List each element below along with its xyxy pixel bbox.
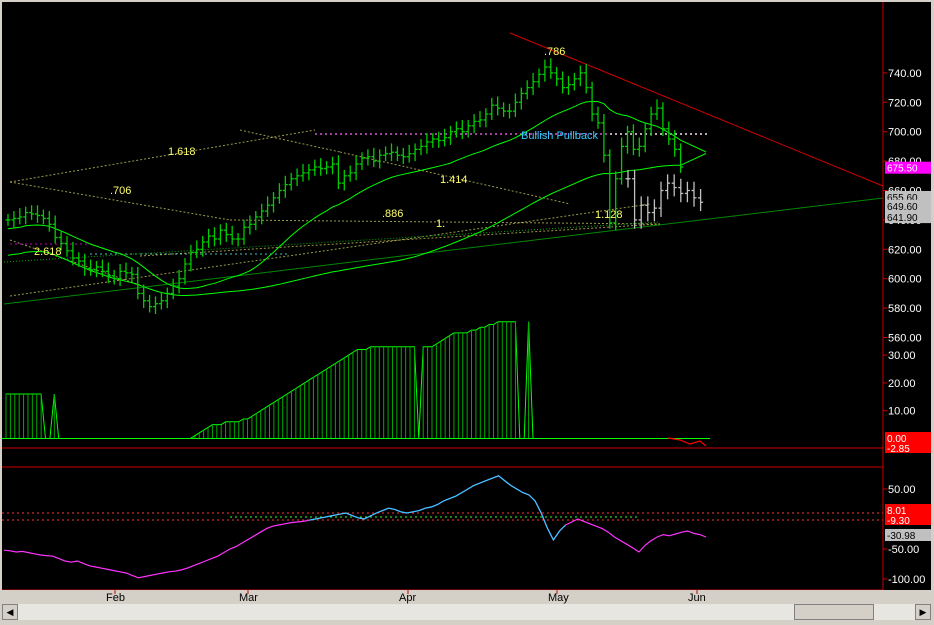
month-label: Mar: [239, 592, 258, 604]
price-tick-label: 580.00: [888, 303, 922, 315]
fib-label: 2.618: [34, 246, 62, 258]
scroll-right-arrow-icon[interactable]: ▶: [915, 604, 931, 620]
scroll-left-arrow-icon[interactable]: ◀: [2, 604, 18, 620]
plot-background: [2, 2, 931, 602]
price-tag: 675.50: [885, 161, 931, 175]
price-tick-label: 740.00: [888, 68, 922, 80]
osc-tick-label: 30.00: [888, 350, 916, 362]
mom-tick-label: -100.00: [888, 574, 925, 586]
mom-current-value: -30.98: [887, 531, 916, 542]
month-label: Jun: [688, 592, 706, 604]
price-tag-value: 675.50: [887, 164, 918, 175]
price-tag-value: 641.90: [887, 213, 918, 224]
bullish-pullback-label: Bullish Pullback: [521, 130, 599, 142]
fib-label: .706: [110, 185, 131, 197]
price-tick-label: 600.00: [888, 274, 922, 286]
price-tag: 649.60: [885, 199, 931, 213]
time-axis-background: [2, 590, 931, 602]
month-label: May: [548, 592, 569, 604]
price-tick-label: 620.00: [888, 244, 922, 256]
fib-label: 1.414: [440, 174, 468, 186]
chart-svg[interactable]: .786 1.618 .706 1.414 .886 1. 1.128 2.618 Bullis…: [0, 0, 934, 625]
fib-label: 1.: [436, 218, 445, 230]
fib-label: .786: [544, 46, 565, 58]
fib-label: 1.128: [595, 209, 623, 221]
osc-tick-label: 20.00: [888, 378, 916, 390]
price-tick-label: 700.00: [888, 127, 922, 139]
time-axis: Feb Mar Apr May Jun: [2, 590, 931, 604]
scroll-track[interactable]: [18, 604, 915, 620]
price-tick-label: 560.00: [888, 333, 922, 345]
fib-label: .886: [382, 208, 403, 220]
mom-current-tag: -30.98: [885, 529, 931, 542]
month-label: Feb: [106, 592, 125, 604]
scroll-thumb[interactable]: [794, 604, 874, 620]
mom-tick-label: 50.00: [888, 484, 916, 496]
osc-tick-label: 10.00: [888, 406, 916, 418]
chart-window: .786 1.618 .706 1.414 .886 1. 1.128 2.618 Bullis…: [0, 0, 934, 625]
mom-level-value: -9.30: [887, 516, 910, 527]
price-tick-label: 720.00: [888, 97, 922, 109]
price-tag: 641.90: [885, 211, 931, 224]
month-label: Apr: [399, 592, 416, 604]
fib-label: 1.618: [168, 146, 196, 158]
time-scrollbar[interactable]: ◀ ▶: [2, 604, 931, 620]
osc-tag-value: -2.85: [887, 444, 910, 455]
mom-tick-label: -50.00: [888, 544, 919, 556]
